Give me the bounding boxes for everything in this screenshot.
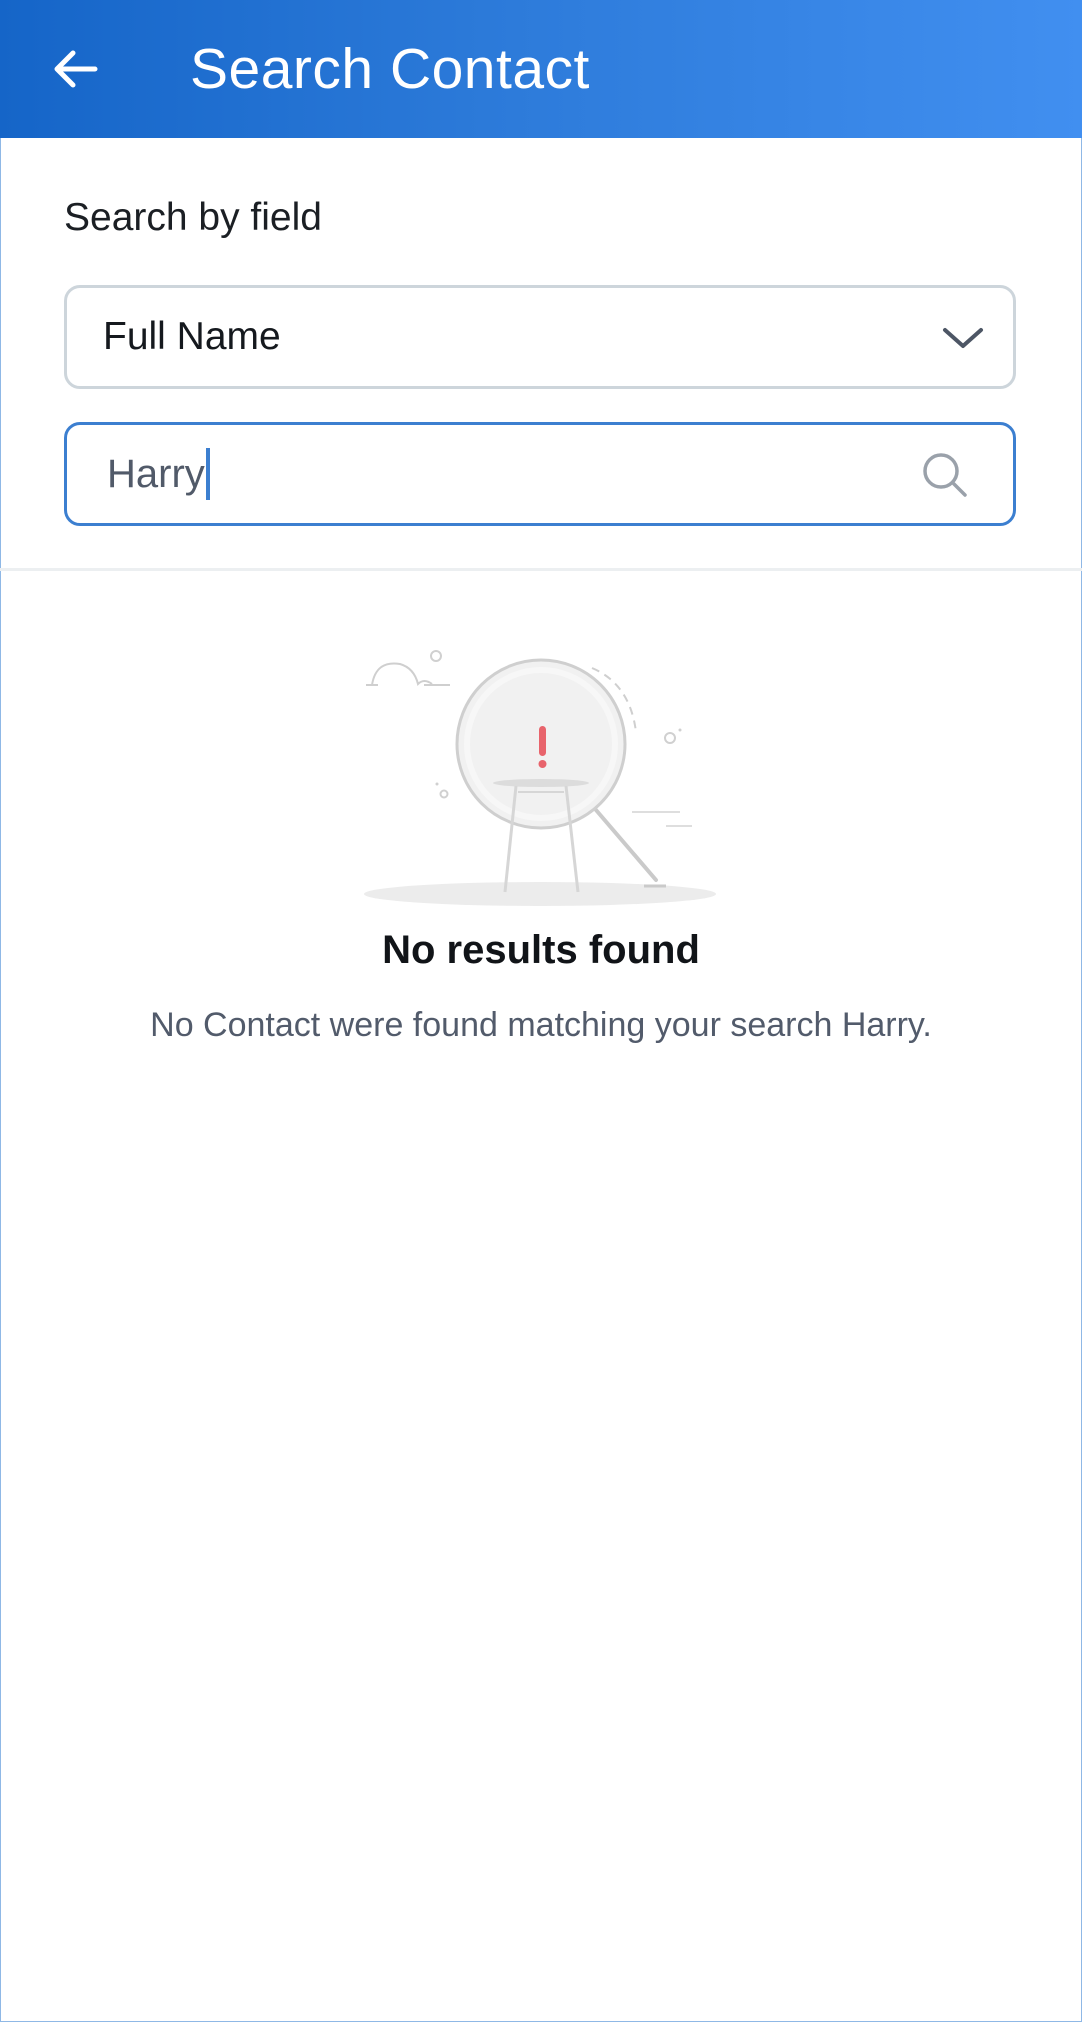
search-input[interactable]: Harry [64, 422, 1016, 526]
search-icon[interactable] [921, 451, 969, 499]
selected-field-value: Full Name [103, 315, 281, 358]
magnifier-alert-illustration [364, 650, 716, 906]
app-bar: Search Contact [0, 0, 1082, 138]
text-caret [205, 448, 210, 500]
search-field-select[interactable]: Full Name [64, 285, 1016, 389]
empty-state-description: No Contact were found matching your sear… [150, 1006, 932, 1044]
search-query-text: Harry [107, 452, 205, 496]
search-by-field-label: Search by field [64, 196, 322, 239]
empty-state-title: No results found [382, 928, 700, 972]
page-title: Search Contact [190, 37, 590, 101]
search-input-value-wrap: Harry [107, 425, 210, 523]
back-button[interactable] [40, 34, 110, 104]
section-divider [0, 568, 1082, 571]
arrow-left-icon [54, 50, 98, 88]
chevron-down-icon [943, 328, 983, 348]
